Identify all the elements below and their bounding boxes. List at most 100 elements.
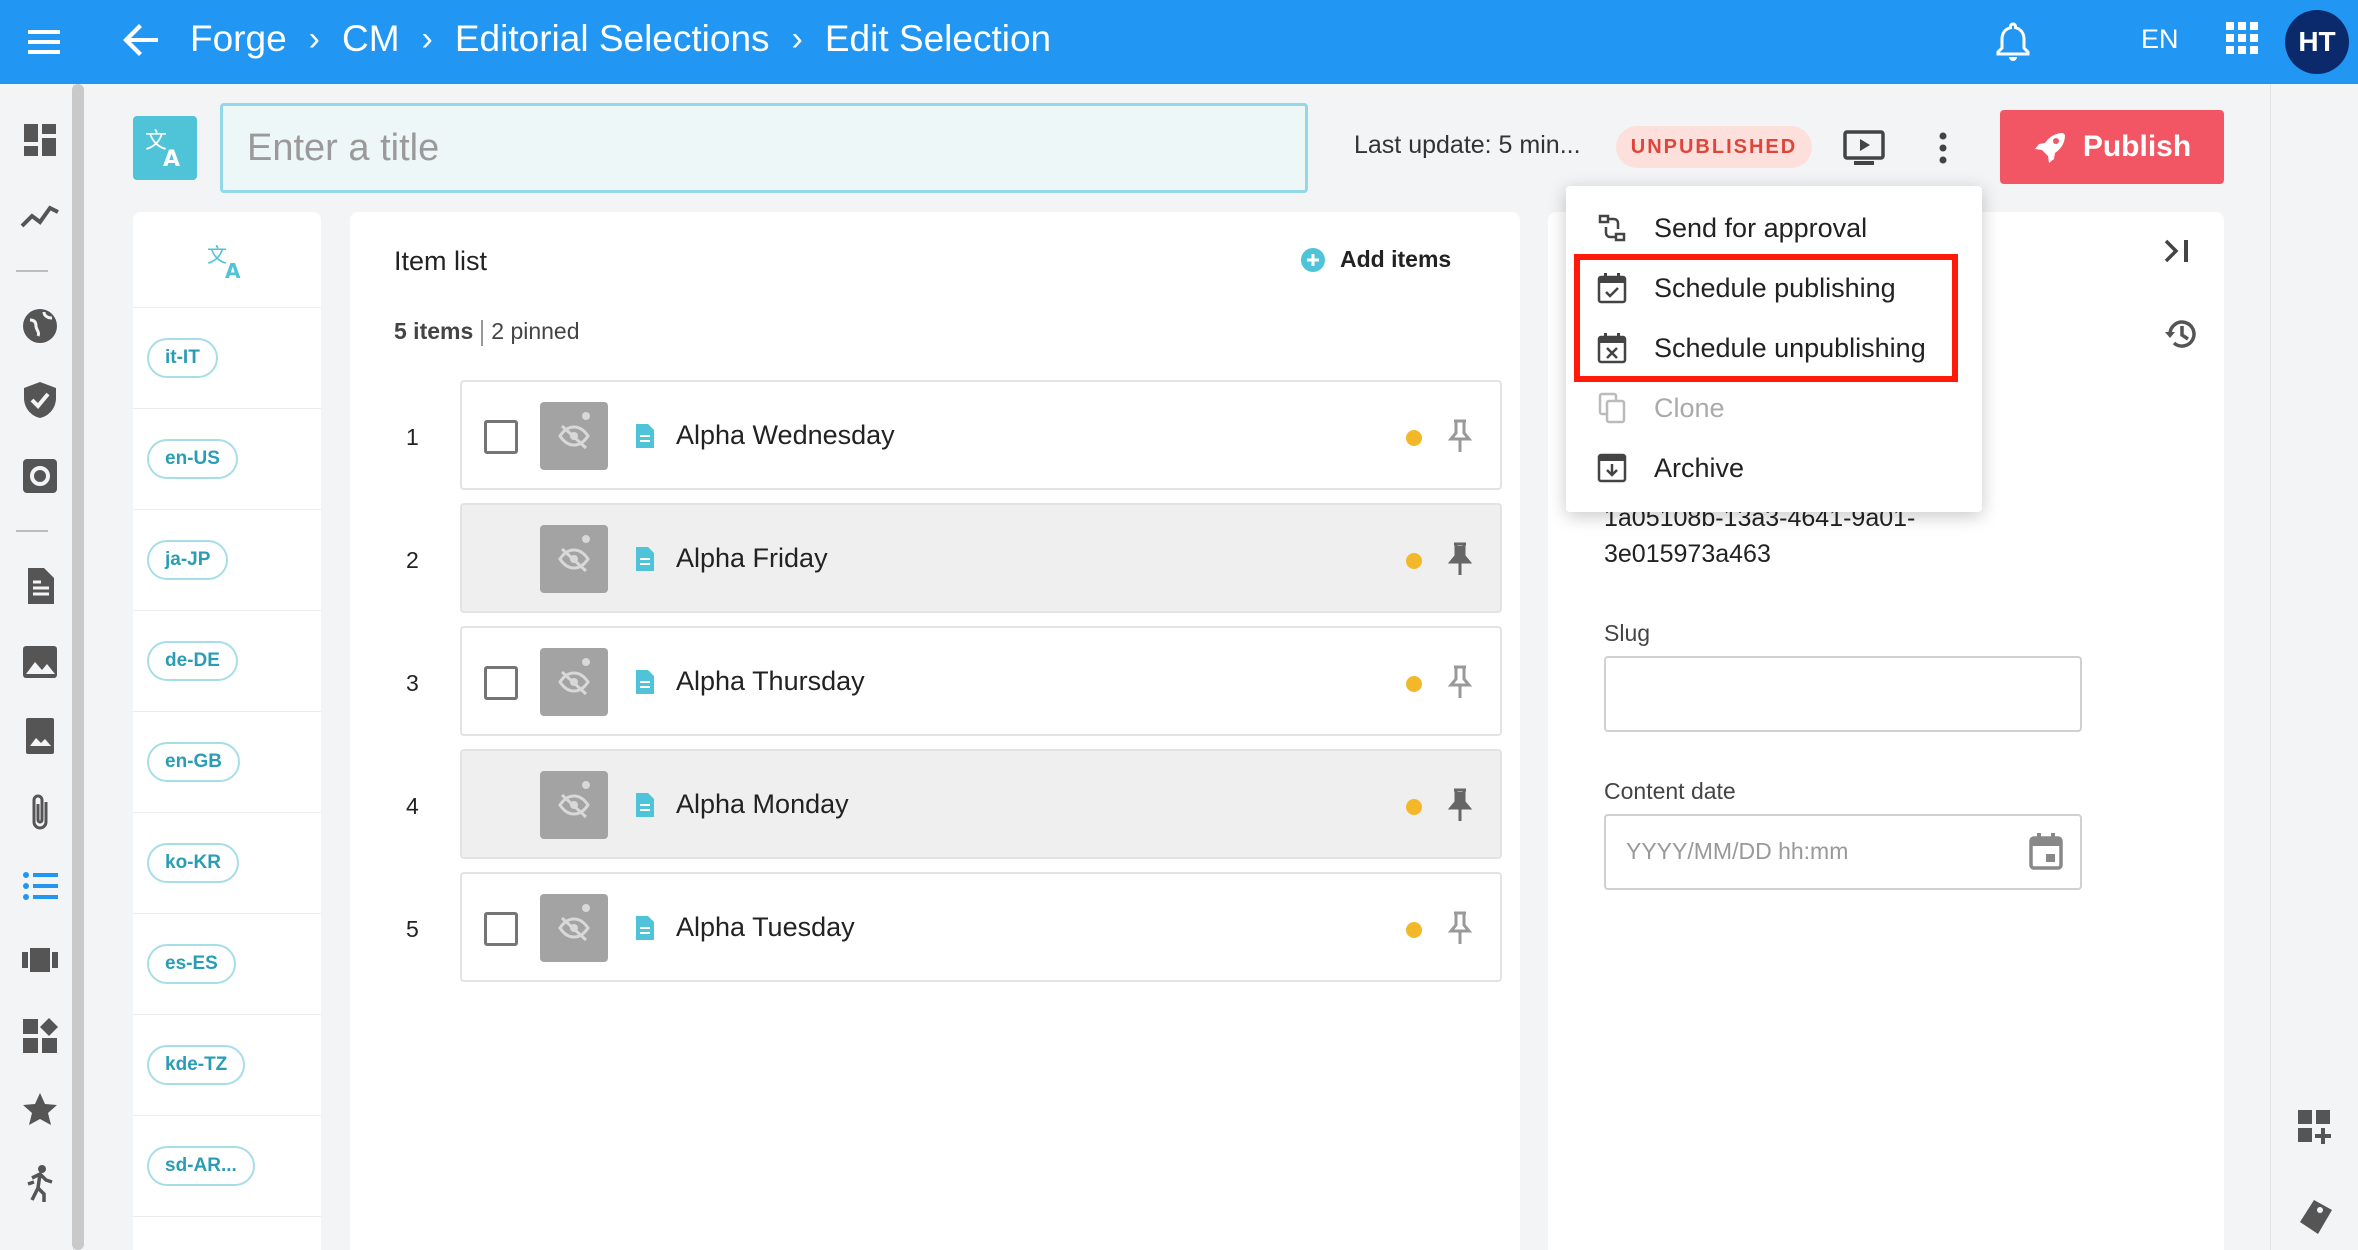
attachment-paperclip-icon[interactable] <box>20 792 60 832</box>
svg-text:A: A <box>163 147 180 170</box>
left-rail-scrollbar[interactable] <box>72 84 84 1250</box>
breadcrumb-editorial-selections[interactable]: Editorial Selections <box>455 18 770 60</box>
locale-row: kde-TZ <box>133 1015 321 1116</box>
svg-text:文: 文 <box>207 243 227 267</box>
title-input[interactable] <box>220 103 1308 193</box>
star-icon[interactable] <box>20 1090 60 1130</box>
history-icon[interactable] <box>2164 316 2200 352</box>
locale-pill-kde-TZ[interactable]: kde-TZ <box>147 1045 246 1085</box>
image-icon[interactable] <box>20 642 60 682</box>
image-hidden-icon <box>558 535 590 573</box>
locale-row: sd-AR... <box>133 1116 321 1217</box>
add-circle-icon <box>1301 247 1325 272</box>
content-date-input[interactable]: YYYY/MM/DD hh:mm <box>1604 814 2082 890</box>
locale-pill-en-GB[interactable]: en-GB <box>147 742 240 782</box>
row-number: 5 <box>406 916 419 942</box>
status-dot <box>1406 430 1422 446</box>
row-number: 2 <box>406 547 419 573</box>
item-title: Alpha Friday <box>676 543 828 573</box>
menu-item-archive[interactable]: Archive <box>1566 438 1982 498</box>
item-card[interactable]: Alpha Tuesday <box>460 872 1502 982</box>
locales-panel: 文 A it-IT en-US ja-JP de-DE en-GB ko-KR … <box>133 212 321 1250</box>
add-widget-icon[interactable] <box>2296 1108 2334 1146</box>
item-card[interactable]: Alpha Monday <box>460 749 1502 859</box>
publish-button[interactable]: Publish <box>2000 110 2224 184</box>
status-dot <box>1406 676 1422 692</box>
archive-icon <box>1597 453 1627 483</box>
chevron-right-icon: › <box>791 19 803 58</box>
top-bar: Forge › CM › Editorial Selections › Edit… <box>0 0 2358 84</box>
analytics-line-icon[interactable] <box>20 196 60 236</box>
list-icon[interactable] <box>20 866 60 906</box>
locale-row: en-GB <box>133 712 321 813</box>
dashboard-icon[interactable] <box>20 120 60 160</box>
item-title: Alpha Tuesday <box>676 912 855 942</box>
pin-icon[interactable] <box>1446 787 1474 823</box>
locale-row: it-IT <box>133 308 321 409</box>
highlight-box <box>1574 254 1958 382</box>
language-selector[interactable]: EN <box>2141 24 2179 55</box>
pin-icon[interactable] <box>1446 418 1474 454</box>
svg-text:A: A <box>225 259 241 282</box>
thumbnail-placeholder <box>540 648 608 716</box>
athlete-icon[interactable] <box>20 1164 60 1204</box>
slug-input[interactable] <box>1604 656 2082 732</box>
pin-icon[interactable] <box>1446 664 1474 700</box>
status-dot <box>1406 922 1422 938</box>
chevron-right-icon: › <box>421 19 433 58</box>
image-hidden-icon <box>558 781 590 819</box>
user-avatar[interactable]: HT <box>2285 10 2349 74</box>
breadcrumb-forge[interactable]: Forge <box>190 18 287 60</box>
locale-pill-de-DE[interactable]: de-DE <box>147 641 238 681</box>
locale-pill-es-ES[interactable]: es-ES <box>147 944 236 984</box>
back-arrow-icon[interactable] <box>122 20 162 60</box>
tag-icon[interactable] <box>2296 1196 2336 1236</box>
calendar-icon[interactable] <box>2028 832 2064 872</box>
locale-pill-en-US[interactable]: en-US <box>147 439 238 479</box>
last-update-text: Last update: 5 min... <box>1354 131 1581 159</box>
carousel-icon[interactable] <box>20 940 60 980</box>
right-rail <box>2270 84 2358 1250</box>
item-card[interactable]: Alpha Friday <box>460 503 1502 613</box>
item-checkbox[interactable] <box>484 666 518 700</box>
pin-icon[interactable] <box>1446 541 1474 577</box>
settings-box-icon[interactable] <box>20 456 60 496</box>
widgets-icon[interactable] <box>20 1016 60 1056</box>
document-icon <box>636 424 654 448</box>
locales-header: 文 A <box>133 212 321 308</box>
locale-row: de-DE <box>133 611 321 712</box>
translate-icon: 文 A <box>145 129 180 170</box>
shield-check-icon[interactable] <box>20 380 60 420</box>
menu-item-send-for-approval[interactable]: Send for approval <box>1566 198 1982 258</box>
item-card[interactable]: Alpha Thursday <box>460 626 1502 736</box>
item-title: Alpha Wednesday <box>676 420 895 450</box>
apps-grid-icon[interactable] <box>2224 20 2260 56</box>
translate-icon: 文 A <box>207 243 241 282</box>
notifications-bell-icon[interactable] <box>1993 20 2033 64</box>
status-dot <box>1406 799 1422 815</box>
item-title: Alpha Thursday <box>676 666 865 696</box>
globe-icon[interactable] <box>20 306 60 346</box>
add-items-button[interactable]: Add items <box>1300 246 1451 273</box>
item-checkbox[interactable] <box>484 420 518 454</box>
photo-album-icon[interactable] <box>20 716 60 756</box>
preview-icon[interactable] <box>1842 128 1886 168</box>
locale-pill-ja-JP[interactable]: ja-JP <box>147 540 229 580</box>
item-title: Alpha Monday <box>676 789 849 819</box>
translate-button[interactable]: 文 A <box>133 116 197 180</box>
menu-icon[interactable] <box>26 24 62 60</box>
item-card[interactable]: Alpha Wednesday <box>460 380 1502 490</box>
pin-icon[interactable] <box>1446 910 1474 946</box>
locale-pill-ko-KR[interactable]: ko-KR <box>147 843 239 883</box>
collapse-panel-icon[interactable] <box>2160 234 2196 268</box>
image-hidden-icon <box>558 904 590 942</box>
rail-divider <box>16 270 48 272</box>
item-checkbox[interactable] <box>484 912 518 946</box>
locale-pill-it-IT[interactable]: it-IT <box>147 338 218 378</box>
more-vert-icon[interactable] <box>1928 128 1958 168</box>
breadcrumb-cm[interactable]: CM <box>342 18 400 60</box>
document-icon[interactable] <box>20 566 60 606</box>
row-number: 3 <box>406 670 419 696</box>
document-icon <box>636 916 654 940</box>
locale-pill-sd-AR[interactable]: sd-AR... <box>147 1146 255 1186</box>
